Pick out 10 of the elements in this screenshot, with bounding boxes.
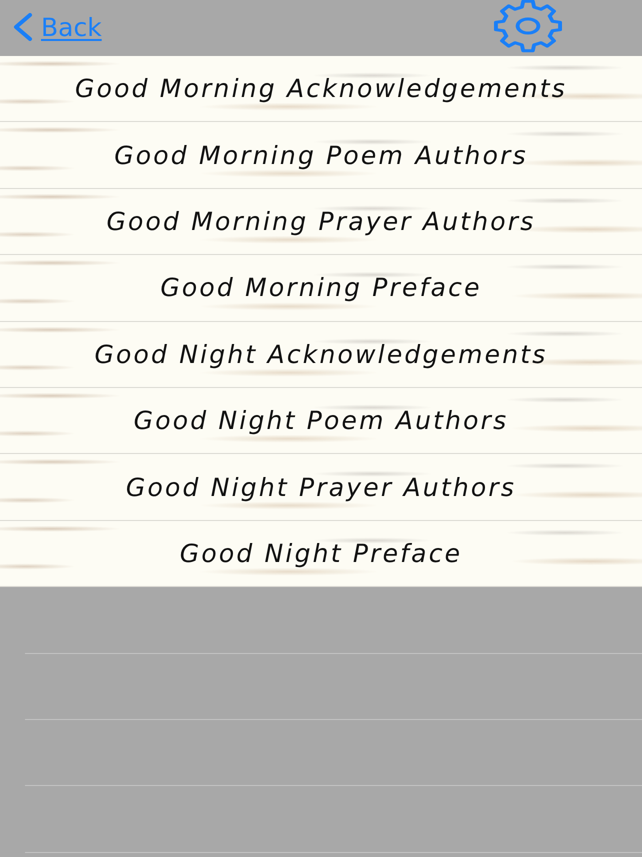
chevron-left-icon (12, 13, 33, 41)
menu-item[interactable]: Good Morning Poem Authors (0, 122, 642, 189)
menu-item[interactable]: Good Night Prayer Authors (0, 454, 642, 521)
menu-item[interactable]: Good Morning Prayer Authors (0, 188, 642, 256)
menu-item[interactable]: Good Morning Acknowledgements (0, 56, 642, 122)
menu-item[interactable]: Good Night Preface (0, 520, 642, 588)
menu-item[interactable]: Good Night Acknowledgements (0, 322, 642, 388)
menu-item[interactable]: Good Morning Preface (0, 255, 642, 322)
settings-icon[interactable] (493, 0, 563, 53)
menu-item[interactable]: Good Night Poem Authors (0, 388, 642, 454)
